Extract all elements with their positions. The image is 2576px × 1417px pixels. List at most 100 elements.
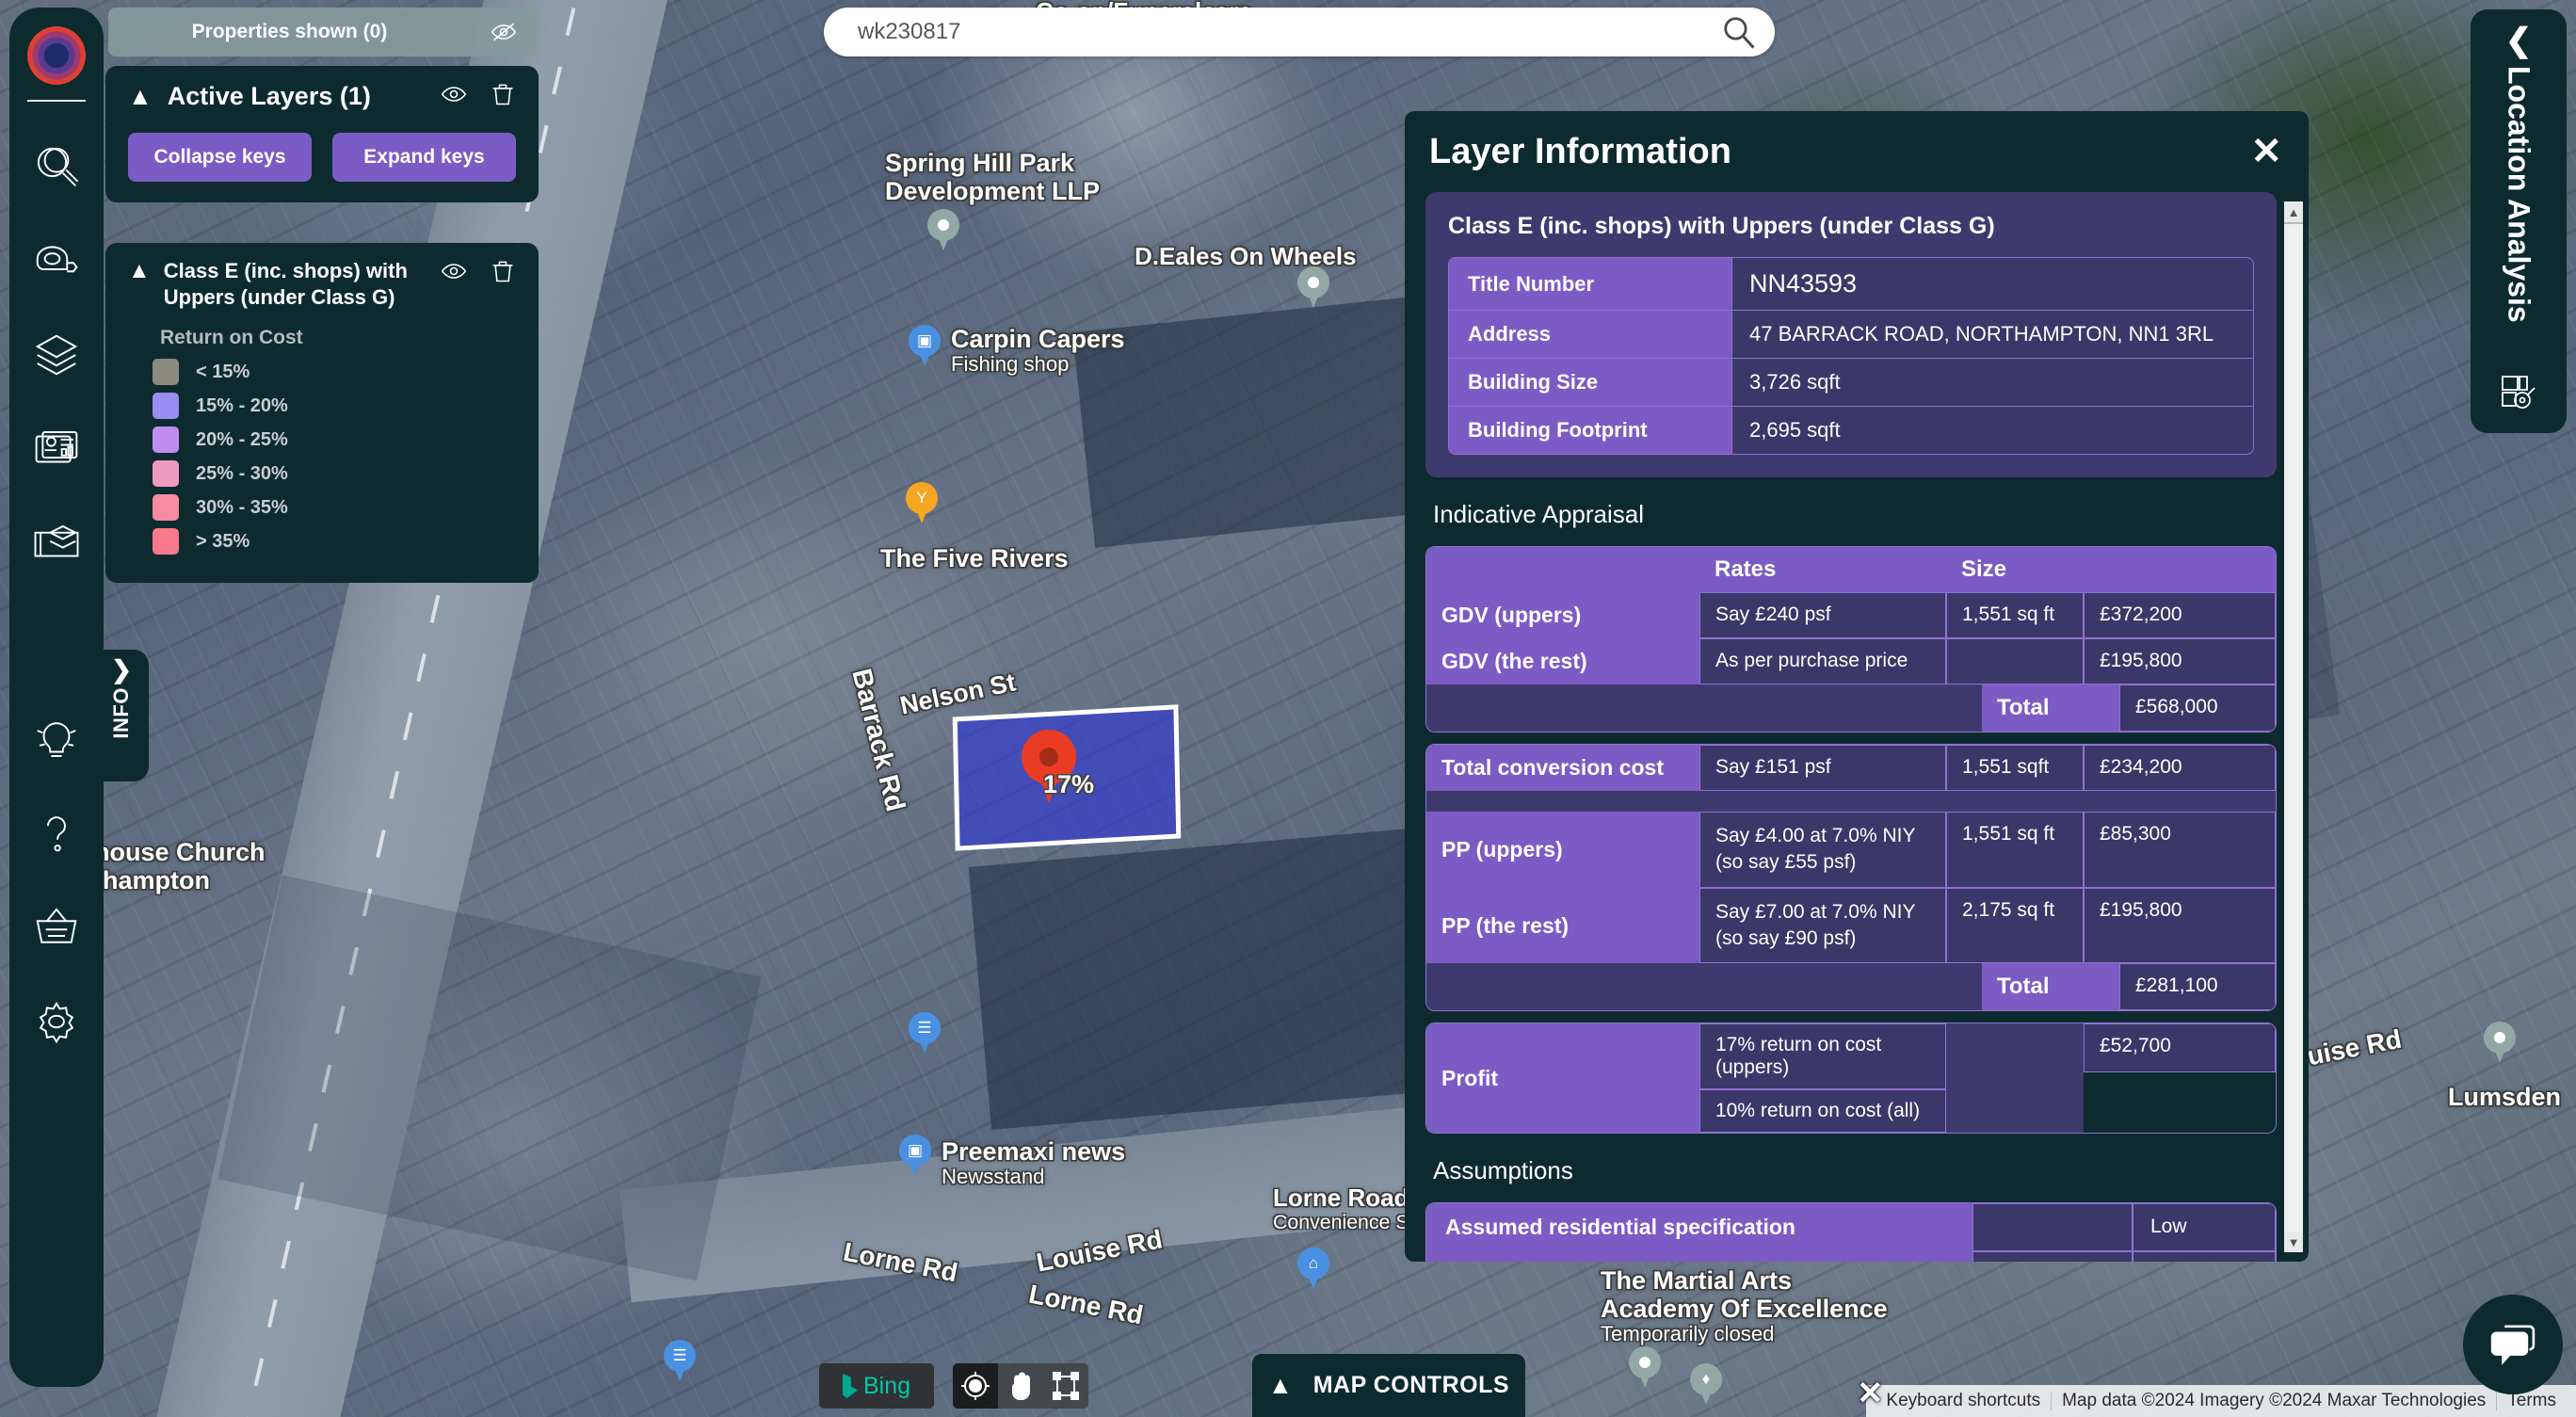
profit-return-uppers: 17% return on cost (uppers) bbox=[1699, 1023, 1946, 1090]
scroll-down-icon[interactable]: ▼ bbox=[2284, 1232, 2303, 1252]
table-row: Assumed conversion cost £151 psf ⊕ bbox=[1426, 1251, 2276, 1262]
map-controls-button[interactable]: ▲ MAP CONTROLS bbox=[1252, 1354, 1525, 1417]
eye-icon[interactable] bbox=[441, 81, 467, 112]
map-poi-pin[interactable] bbox=[927, 209, 959, 252]
gdv-rate: Say £240 psf bbox=[1699, 592, 1946, 638]
location-analysis-label: Location Analysis bbox=[2502, 65, 2536, 323]
collapse-keys-button[interactable]: Collapse keys bbox=[128, 133, 312, 182]
profit-row: Profit 17% return on cost (uppers) 10% r… bbox=[1426, 1023, 2276, 1134]
draw-polygon-icon[interactable] bbox=[1043, 1363, 1088, 1409]
search-properties-icon[interactable] bbox=[25, 136, 88, 198]
detail-value: 2,695 sqft bbox=[1731, 407, 2253, 454]
table-row: GDV (the rest) As per purchase price £195,… bbox=[1426, 638, 2276, 684]
measure-tape-icon[interactable] bbox=[25, 230, 88, 292]
bing-logo[interactable]: Bing bbox=[819, 1363, 934, 1409]
map-poi-pin[interactable]: Y bbox=[906, 482, 938, 525]
map-label: The Martial Arts Academy Of Excellence Te… bbox=[1601, 1266, 1888, 1346]
map-plan-icon[interactable] bbox=[25, 512, 88, 574]
eye-icon[interactable] bbox=[441, 258, 467, 289]
bing-label: Bing bbox=[862, 1372, 911, 1399]
layers-3d-icon[interactable] bbox=[25, 324, 88, 386]
search-input[interactable] bbox=[858, 19, 1713, 45]
key-label: 20% - 25% bbox=[196, 428, 288, 450]
collapse-caret-icon[interactable]: ▲ bbox=[128, 82, 153, 111]
map-poi-pin[interactable] bbox=[2484, 1022, 2516, 1065]
info-tab-label: INFO bbox=[109, 687, 133, 739]
assumption-key: Assumed residential specification bbox=[1426, 1203, 1972, 1252]
map-label: Lumsden bbox=[2448, 1083, 2562, 1111]
map-controls-label: MAP CONTROLS bbox=[1312, 1372, 1510, 1398]
locate-me-icon[interactable] bbox=[953, 1363, 998, 1409]
indicative-appraisal-heading: Indicative Appraisal bbox=[1433, 500, 1645, 528]
close-x-overlay-icon[interactable]: ✕ bbox=[1857, 1375, 1884, 1412]
gdv-size: 1,551 sq ft bbox=[1946, 592, 2084, 638]
profit-blank bbox=[1946, 1023, 2084, 1134]
help-question-icon[interactable] bbox=[25, 802, 88, 864]
gdv-amount: £195,800 bbox=[2084, 638, 2276, 684]
scroll-up-icon[interactable]: ▲ bbox=[2284, 201, 2303, 222]
map-poi-pin[interactable]: ☰ bbox=[909, 1012, 941, 1055]
page-title: Layer Information bbox=[1429, 131, 1731, 171]
trash-icon[interactable] bbox=[490, 81, 516, 112]
map-poi-pin[interactable]: ☰ bbox=[664, 1340, 696, 1383]
search-bar[interactable] bbox=[824, 8, 1775, 56]
key-swatch bbox=[153, 528, 179, 555]
layer-key-header: ▲ Class E (inc. shops) with Uppers (unde… bbox=[128, 258, 516, 310]
map-label: house Church thampton bbox=[94, 838, 266, 895]
map-poi-pin[interactable] bbox=[1297, 266, 1329, 310]
brand-logo[interactable] bbox=[27, 26, 86, 85]
map-poi-pin[interactable]: ♦ bbox=[1690, 1363, 1722, 1407]
gdv-header-amount bbox=[2084, 547, 2276, 592]
map-poi-pin[interactable]: ▣ bbox=[909, 325, 941, 368]
panel-scrollbar-track[interactable] bbox=[2284, 201, 2303, 1252]
map-poi-pin[interactable] bbox=[1629, 1346, 1661, 1390]
reports-cards-icon[interactable] bbox=[25, 418, 88, 480]
map-label: The Five Rivers bbox=[880, 544, 1069, 572]
gdv-rate: As per purchase price bbox=[1699, 638, 1946, 684]
table-row: Assumed residential specification Low bbox=[1426, 1203, 2276, 1252]
trash-icon[interactable] bbox=[490, 258, 516, 289]
toolbar-divider bbox=[27, 100, 86, 102]
pp-size: 2,175 sq ft bbox=[1946, 887, 2084, 964]
assumptions-table: Assumed residential specification LowAssu… bbox=[1425, 1202, 2277, 1262]
expand-keys-button[interactable]: Expand keys bbox=[332, 133, 516, 182]
pp-size: 1,551 sq ft bbox=[1946, 812, 2084, 888]
collapse-caret-icon[interactable]: ▲ bbox=[128, 258, 151, 285]
conversion-size: 1,551 sqft bbox=[1946, 745, 2084, 791]
subject-details-card: Class E (inc. shops) with Uppers (under … bbox=[1425, 192, 2277, 477]
conversion-label: Total conversion cost bbox=[1426, 745, 1699, 791]
map-poi-pin[interactable]: ⌂ bbox=[1297, 1248, 1329, 1291]
pp-total-row: Total £281,100 bbox=[1426, 963, 2276, 1011]
gdv-header-rates: Rates bbox=[1699, 547, 1946, 592]
pp-total-amount: £281,100 bbox=[2119, 963, 2276, 1011]
lightbulb-icon[interactable] bbox=[25, 708, 88, 770]
gdv-total-amount: £568,000 bbox=[2119, 684, 2276, 732]
pp-amount: £195,800 bbox=[2084, 887, 2276, 964]
close-icon[interactable]: ✕ bbox=[2250, 133, 2282, 170]
key-label: < 15% bbox=[196, 361, 250, 382]
key-legend-item: 15% - 20% bbox=[153, 393, 516, 419]
settings-gear-icon[interactable] bbox=[25, 990, 88, 1053]
map-label: Lorne Rd bbox=[1026, 1279, 1146, 1330]
eye-off-icon[interactable] bbox=[471, 19, 537, 45]
map-label: Spring Hill Park Development LLP bbox=[885, 149, 1101, 206]
gdv-size bbox=[1946, 638, 2084, 684]
table-row: PP (uppers) Say £4.00 at 7.0% NIY (so say… bbox=[1426, 812, 2276, 888]
properties-shown-bar[interactable]: Properties shown (0) bbox=[108, 8, 537, 56]
basket-icon[interactable] bbox=[25, 896, 88, 958]
pan-hand-icon[interactable] bbox=[998, 1363, 1043, 1409]
key-swatch bbox=[153, 393, 179, 419]
detail-value: 47 BARRACK ROAD, NORTHAMPTON, NN1 3RL bbox=[1731, 311, 2253, 358]
gdv-total-row: Total £568,000 bbox=[1426, 684, 2276, 732]
chat-bubble-icon[interactable] bbox=[2463, 1295, 2563, 1394]
map-poi-pin[interactable]: ▣ bbox=[899, 1135, 931, 1178]
assumption-value: Low bbox=[2133, 1203, 2276, 1252]
key-legend-item: > 35% bbox=[153, 528, 516, 555]
gdv-amount: £372,200 bbox=[2084, 592, 2276, 638]
search-icon[interactable] bbox=[1713, 14, 1765, 50]
layer-information-panel: Layer Information ✕ Class E (inc. shops)… bbox=[1405, 111, 2309, 1262]
keyboard-shortcuts-link[interactable]: Keyboard shortcuts bbox=[1876, 1391, 2051, 1411]
location-analysis-tab[interactable]: ❮ Location Analysis bbox=[2471, 9, 2567, 433]
detail-key: Building Footprint bbox=[1449, 407, 1731, 454]
table-spacer bbox=[1426, 791, 2276, 812]
